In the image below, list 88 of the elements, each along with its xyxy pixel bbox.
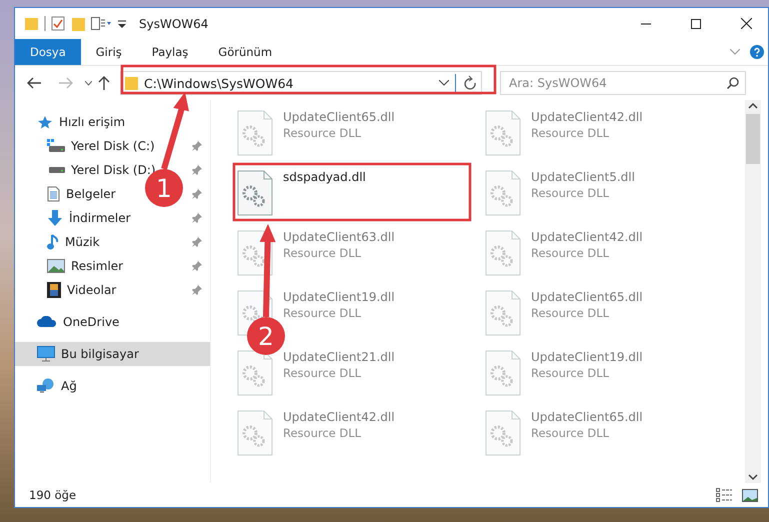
drive-icon	[47, 139, 65, 153]
file-gears-icon	[237, 350, 273, 396]
file-name[interactable]: UpdateClient19.dll	[531, 350, 643, 364]
details-view-icon[interactable]	[716, 488, 732, 502]
document-icon	[47, 186, 60, 202]
file-name[interactable]: UpdateClient21.dll	[283, 350, 395, 364]
ribbon-tab[interactable]: Paylaş	[136, 39, 204, 65]
file-type: Resource DLL	[531, 126, 610, 140]
properties-icon[interactable]	[91, 17, 111, 30]
file-gears-icon	[485, 230, 521, 276]
sidebar-item[interactable]: Ağ	[61, 379, 77, 393]
file-name[interactable]: UpdateClient19.dll	[283, 290, 395, 304]
address-bar[interactable]: C:\Windows\SysWOW64	[120, 71, 482, 95]
file-type: Resource DLL	[531, 246, 610, 260]
file-name[interactable]: UpdateClient65.dll	[283, 110, 395, 124]
close-icon	[740, 18, 752, 29]
file-type: Resource DLL	[283, 306, 362, 320]
file-name[interactable]: UpdateClient5.dll	[531, 170, 635, 184]
address-path: C:\Windows\SysWOW64	[144, 76, 294, 90]
minimize-icon	[641, 22, 651, 24]
file-name[interactable]: sdspadyad.dll	[283, 170, 366, 184]
recent-caret-icon[interactable]	[85, 80, 92, 86]
film-icon	[47, 282, 61, 298]
back-arrow-icon[interactable]	[27, 77, 41, 89]
pin-icon[interactable]	[192, 213, 202, 223]
ribbon-tab[interactable]: Giriş	[80, 39, 137, 65]
sidebar-item[interactable]: Bu bilgisayar	[15, 342, 210, 366]
sidebar-item[interactable]: Videolar	[67, 283, 116, 297]
item-count: 190 öğe	[29, 488, 78, 502]
file-gears-icon	[237, 410, 273, 456]
file-gears-icon	[237, 230, 273, 276]
file-name[interactable]: UpdateClient42.dll	[531, 230, 643, 244]
checklist-icon[interactable]	[44, 16, 66, 31]
file-gears-icon	[485, 350, 521, 396]
cloud-icon	[37, 316, 57, 328]
sidebar-item[interactable]: İndirmeler	[69, 211, 131, 225]
refresh-icon[interactable]	[455, 74, 477, 92]
file-type: Resource DLL	[283, 246, 362, 260]
image-icon	[47, 259, 65, 273]
star-icon	[37, 115, 53, 129]
sidebar-item[interactable]: Yerel Disk (C:)	[71, 139, 155, 153]
file-name[interactable]: UpdateClient63.dll	[283, 230, 395, 244]
file-type: Resource DLL	[531, 306, 610, 320]
file-type: Resource DLL	[531, 366, 610, 380]
sidebar-item[interactable]: Müzik	[65, 235, 100, 249]
large-icons-view-icon[interactable]	[742, 488, 758, 502]
file-name[interactable]: UpdateClient42.dll	[283, 410, 395, 424]
sidebar-item[interactable]: OneDrive	[63, 315, 120, 329]
dropdown-chevron-icon[interactable]	[439, 80, 449, 86]
download-arrow-icon	[47, 210, 63, 226]
folder-icon	[125, 76, 138, 90]
search-icon[interactable]	[727, 77, 739, 89]
scrollbar[interactable]	[745, 100, 761, 483]
sidebar-item[interactable]: Resimler	[71, 259, 124, 273]
music-note-icon	[47, 234, 59, 250]
file-type: Resource DLL	[283, 366, 362, 380]
pin-icon[interactable]	[192, 165, 202, 175]
monitor-icon	[37, 346, 55, 362]
pin-icon[interactable]	[192, 237, 202, 247]
sidebar-item[interactable]: Hızlı erişim	[59, 115, 126, 129]
file-gears-icon	[485, 170, 521, 216]
up-arrow-icon[interactable]	[98, 76, 110, 90]
file-gears-icon	[485, 410, 521, 456]
customize-arrow-icon[interactable]	[117, 18, 127, 28]
window-title: SysWOW64	[139, 16, 210, 30]
file-gears-icon	[237, 110, 273, 156]
file-menu-button[interactable]: Dosya	[15, 39, 81, 65]
file-name[interactable]: UpdateClient42.dll	[531, 110, 643, 124]
pin-icon[interactable]	[192, 285, 202, 295]
file-gears-icon	[485, 110, 521, 156]
scroll-thumb[interactable]	[746, 114, 760, 164]
drive-icon	[47, 166, 65, 174]
file-gears-icon	[237, 170, 273, 216]
file-type: Resource DLL	[283, 126, 362, 140]
file-gears-icon	[485, 290, 521, 336]
search-field[interactable]: Ara: SysWOW64	[500, 71, 746, 95]
file-type: Resource DLL	[283, 426, 362, 440]
file-type: Resource DLL	[531, 186, 610, 200]
pin-icon[interactable]	[192, 189, 202, 199]
pin-icon[interactable]	[192, 141, 202, 151]
pin-icon[interactable]	[192, 261, 202, 271]
sidebar-item[interactable]: Belgeler	[66, 187, 116, 201]
network-icon	[37, 378, 55, 394]
file-name[interactable]: UpdateClient65.dll	[531, 410, 643, 424]
maximize-icon	[691, 18, 701, 28]
file-type: Resource DLL	[531, 426, 610, 440]
file-name[interactable]: UpdateClient65.dll	[531, 290, 643, 304]
ribbon-tab[interactable]: Görünüm	[203, 39, 288, 65]
